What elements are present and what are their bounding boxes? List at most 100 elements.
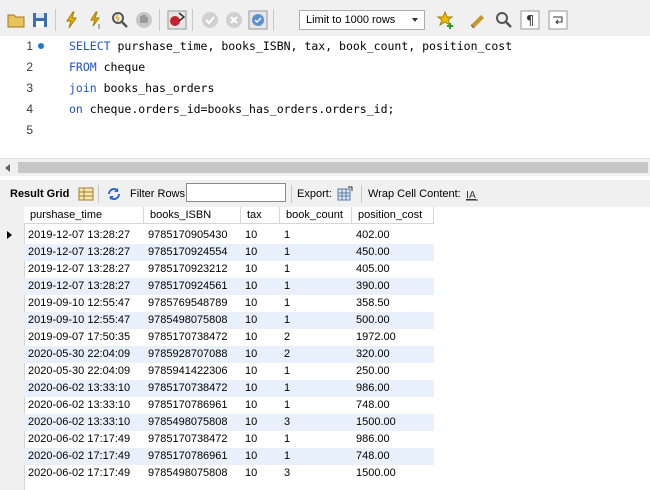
table-cell-book-count[interactable]: 1 — [280, 380, 352, 397]
table-cell-purshase-time[interactable]: 2019-09-10 12:55:47 — [24, 312, 144, 329]
explain-icon[interactable] — [110, 10, 130, 30]
table-cell-purshase-time[interactable]: 2020-06-02 17:17:49 — [24, 448, 144, 465]
table-cell-tax[interactable]: 10 — [241, 346, 280, 363]
word-wrap-icon[interactable] — [548, 10, 568, 30]
table-cell-books-isbn[interactable]: 9785941422306 — [144, 363, 241, 380]
table-row[interactable]: 2019-12-07 13:28:27 9785170924561 10 1 390.0… — [24, 278, 434, 295]
table-cell-book-count[interactable]: 3 — [280, 465, 352, 482]
refresh-icon[interactable] — [106, 186, 122, 202]
table-cell-position-cost[interactable]: 748.00 — [352, 397, 434, 414]
table-cell-books-isbn[interactable]: 9785498075808 — [144, 312, 241, 329]
table-row[interactable]: 2020-06-02 13:33:10 9785498075808 10 3 1500.… — [24, 414, 434, 431]
scrollbar-thumb[interactable] — [18, 162, 648, 173]
table-cell-purshase-time[interactable]: 2020-06-02 13:33:10 — [24, 397, 144, 414]
table-cell-books-isbn[interactable]: 9785769548789 — [144, 295, 241, 312]
table-cell-position-cost[interactable]: 250.00 — [352, 363, 434, 380]
table-cell-purshase-time[interactable]: 2019-12-07 13:28:27 — [24, 261, 144, 278]
table-cell-book-count[interactable]: 2 — [280, 346, 352, 363]
table-cell-book-count[interactable]: 1 — [280, 448, 352, 465]
column-header-position-cost[interactable]: position_cost — [352, 207, 434, 224]
table-cell-purshase-time[interactable]: 2019-12-07 13:28:27 — [24, 244, 144, 261]
column-header-purshase-time[interactable]: purshase_time — [24, 207, 144, 224]
table-cell-books-isbn[interactable]: 9785170905430 — [144, 227, 241, 244]
table-row[interactable]: 2019-12-07 13:28:27 9785170924554 10 1 450.0… — [24, 244, 434, 261]
table-cell-books-isbn[interactable]: 9785170924554 — [144, 244, 241, 261]
column-header-tax[interactable]: tax — [241, 207, 280, 224]
table-cell-position-cost[interactable]: 748.00 — [352, 448, 434, 465]
table-cell-position-cost[interactable]: 402.00 — [352, 227, 434, 244]
table-cell-tax[interactable]: 10 — [241, 414, 280, 431]
table-cell-position-cost[interactable]: 450.00 — [352, 244, 434, 261]
rollback-icon[interactable] — [224, 10, 244, 30]
table-row[interactable]: 2020-06-02 17:17:49 9785170786961 10 1 748.0… — [24, 448, 434, 465]
grid-icon[interactable] — [78, 186, 94, 202]
table-cell-book-count[interactable]: 2 — [280, 329, 352, 346]
table-cell-position-cost[interactable]: 390.00 — [352, 278, 434, 295]
editor-horizontal-scrollbar[interactable] — [0, 158, 650, 176]
invisible-chars-icon[interactable]: ¶ — [520, 10, 540, 30]
table-cell-position-cost[interactable]: 1500.00 — [352, 414, 434, 431]
table-cell-tax[interactable]: 10 — [241, 295, 280, 312]
table-cell-books-isbn[interactable]: 9785170923212 — [144, 261, 241, 278]
execute-current-icon[interactable]: I — [86, 10, 106, 30]
table-cell-book-count[interactable]: 1 — [280, 295, 352, 312]
table-cell-purshase-time[interactable]: 2020-05-30 22:04:09 — [24, 346, 144, 363]
filter-rows-input[interactable] — [186, 183, 286, 202]
table-cell-tax[interactable]: 10 — [241, 261, 280, 278]
table-cell-position-cost[interactable]: 1972.00 — [352, 329, 434, 346]
table-cell-purshase-time[interactable]: 2020-06-02 17:17:49 — [24, 465, 144, 482]
table-cell-position-cost[interactable]: 405.00 — [352, 261, 434, 278]
table-cell-books-isbn[interactable]: 9785498075808 — [144, 414, 241, 431]
table-cell-position-cost[interactable]: 320.00 — [352, 346, 434, 363]
table-cell-purshase-time[interactable]: 2019-12-07 13:28:27 — [24, 278, 144, 295]
table-cell-books-isbn[interactable]: 9785170738472 — [144, 380, 241, 397]
table-cell-tax[interactable]: 10 — [241, 312, 280, 329]
table-row[interactable]: 2020-06-02 17:17:49 9785498075808 10 3 1500.… — [24, 465, 434, 482]
table-row[interactable]: 2020-05-30 22:04:09 9785928707088 10 2 320.0… — [24, 346, 434, 363]
table-cell-books-isbn[interactable]: 9785170738472 — [144, 431, 241, 448]
table-cell-tax[interactable]: 10 — [241, 278, 280, 295]
table-row[interactable]: 2019-09-10 12:55:47 9785769548789 10 1 358.5… — [24, 295, 434, 312]
table-row[interactable]: 2019-12-07 13:28:27 9785170923212 10 1 405.0… — [24, 261, 434, 278]
table-cell-books-isbn[interactable]: 9785170738472 — [144, 329, 241, 346]
find-icon[interactable] — [494, 10, 514, 30]
table-row[interactable]: 2019-09-07 17:50:35 9785170738472 10 2 1972.… — [24, 329, 434, 346]
table-cell-books-isbn[interactable]: 9785170924561 — [144, 278, 241, 295]
limit-rows-select[interactable]: Limit to 1000 rows — [299, 10, 425, 30]
toggle-continue-on-error-icon[interactable] — [167, 10, 187, 30]
table-cell-purshase-time[interactable]: 2019-09-10 12:55:47 — [24, 295, 144, 312]
table-cell-purshase-time[interactable]: 2020-06-02 13:33:10 — [24, 414, 144, 431]
table-row[interactable]: 2020-06-02 17:17:49 9785170738472 10 1 986.0… — [24, 431, 434, 448]
table-row[interactable]: 2020-05-30 22:04:09 9785941422306 10 1 250.0… — [24, 363, 434, 380]
open-file-icon[interactable] — [6, 10, 26, 30]
table-cell-books-isbn[interactable]: 9785928707088 — [144, 346, 241, 363]
table-cell-book-count[interactable]: 1 — [280, 278, 352, 295]
save-icon[interactable] — [30, 10, 50, 30]
add-snippet-icon[interactable] — [436, 10, 456, 30]
table-cell-book-count[interactable]: 1 — [280, 227, 352, 244]
scroll-left-icon[interactable] — [5, 164, 10, 172]
result-grid[interactable]: purshase_time books_ISBN tax book_count … — [0, 207, 650, 490]
table-cell-tax[interactable]: 10 — [241, 465, 280, 482]
table-cell-tax[interactable]: 10 — [241, 431, 280, 448]
table-cell-purshase-time[interactable]: 2020-05-30 22:04:09 — [24, 363, 144, 380]
table-cell-book-count[interactable]: 1 — [280, 363, 352, 380]
table-cell-tax[interactable]: 10 — [241, 448, 280, 465]
export-icon[interactable] — [337, 186, 353, 202]
execute-icon[interactable] — [62, 10, 82, 30]
sql-editor[interactable]: 1 SELECT purshase_time, books_ISBN, tax,… — [0, 36, 650, 154]
beautify-icon[interactable] — [468, 10, 488, 30]
table-cell-book-count[interactable]: 1 — [280, 397, 352, 414]
table-cell-tax[interactable]: 10 — [241, 397, 280, 414]
table-cell-tax[interactable]: 10 — [241, 329, 280, 346]
table-row[interactable]: 2019-12-07 13:28:27 9785170905430 10 1 402.0… — [24, 227, 434, 244]
table-cell-position-cost[interactable]: 1500.00 — [352, 465, 434, 482]
table-cell-tax[interactable]: 10 — [241, 244, 280, 261]
table-cell-book-count[interactable]: 3 — [280, 414, 352, 431]
table-row[interactable]: 2020-06-02 13:33:10 9785170786961 10 1 748.0… — [24, 397, 434, 414]
table-row[interactable]: 2020-06-02 13:33:10 9785170738472 10 1 986.0… — [24, 380, 434, 397]
table-cell-purshase-time[interactable]: 2020-06-02 17:17:49 — [24, 431, 144, 448]
table-cell-tax[interactable]: 10 — [241, 380, 280, 397]
table-cell-books-isbn[interactable]: 9785170786961 — [144, 448, 241, 465]
result-grid-tab[interactable]: Result Grid — [10, 188, 69, 200]
